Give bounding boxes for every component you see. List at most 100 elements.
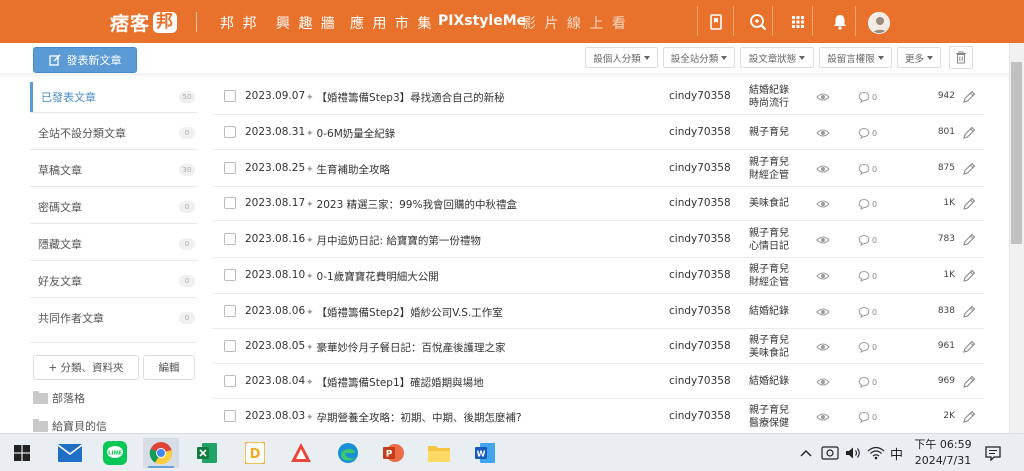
article-author[interactable]: cindy70358 bbox=[669, 340, 731, 352]
edit-icon[interactable] bbox=[962, 126, 976, 140]
ime-indicator[interactable]: 中 bbox=[890, 434, 903, 471]
set-site-category-dropdown[interactable]: 設全站分類 bbox=[663, 47, 735, 68]
article-title[interactable]: ✦ 【婚禮籌備Step3】尋找適合自己的新秘 bbox=[306, 90, 505, 105]
nav-bangbang[interactable]: 邦 邦 bbox=[220, 13, 258, 33]
taskbar-powerpoint[interactable]: P bbox=[375, 438, 411, 468]
table-row[interactable]: 2023.08.16 ✦ 月中追奶日記: 給寶寶的第一份禮物 cindy70358 親子… bbox=[212, 221, 984, 258]
edit-icon[interactable] bbox=[962, 375, 976, 389]
comment-count[interactable]: 0 bbox=[858, 234, 877, 246]
article-title[interactable]: ✦ 月中追奶日記: 給寶寶的第一份禮物 bbox=[306, 233, 481, 248]
eye-icon[interactable] bbox=[816, 92, 830, 102]
article-categories[interactable]: 親子育兒 bbox=[749, 126, 789, 139]
sidebar-item-uncategorized[interactable]: 全站不設分類文章 0 bbox=[30, 118, 197, 148]
article-author[interactable]: cindy70358 bbox=[669, 375, 731, 387]
row-checkbox[interactable] bbox=[224, 375, 236, 387]
table-row[interactable]: 2023.09.07 ✦ 【婚禮籌備Step3】尋找適合自己的新秘 cindy7035… bbox=[212, 79, 984, 115]
table-row[interactable]: 2023.08.05 ✦ 豪華妙伶月子餐日記：百悅產後護理之家 cindy70358 親… bbox=[212, 329, 984, 364]
search-icon[interactable] bbox=[748, 12, 768, 32]
eye-icon[interactable] bbox=[816, 377, 830, 387]
taskbar-mail[interactable] bbox=[52, 438, 88, 468]
set-comment-permission-dropdown[interactable]: 設留言權限 bbox=[819, 47, 892, 68]
comment-count[interactable]: 0 bbox=[858, 411, 877, 423]
delete-button[interactable] bbox=[949, 46, 973, 69]
table-row[interactable]: 2023.08.17 ✦ 2023 精選三家：99%我會回購的中秋禮盒 cindy70… bbox=[212, 187, 984, 221]
eye-icon[interactable] bbox=[816, 199, 830, 209]
comment-count[interactable]: 0 bbox=[858, 376, 877, 388]
eye-icon[interactable] bbox=[816, 271, 830, 281]
table-row[interactable]: 2023.08.10 ✦ 0-1歲寶寶花費明細大公開 cindy70358 親子育兒 財經… bbox=[212, 258, 984, 294]
article-categories[interactable]: 結婚紀錄 bbox=[749, 375, 789, 388]
taskbar-word[interactable]: W bbox=[467, 438, 503, 468]
nav-interest-wall[interactable]: 興 趣 牆 bbox=[276, 13, 337, 33]
sidebar-item-coauthor[interactable]: 共同作者文章 0 bbox=[30, 303, 197, 333]
comment-count[interactable]: 0 bbox=[858, 91, 877, 103]
article-author[interactable]: cindy70358 bbox=[669, 197, 731, 209]
add-category-folder-button[interactable]: + 分類、資料夾 bbox=[33, 355, 139, 380]
row-checkbox[interactable] bbox=[224, 305, 236, 317]
nav-pixstyleme[interactable]: PIXstyleMe bbox=[438, 13, 526, 29]
article-categories[interactable]: 親子育兒 財經企管 bbox=[749, 263, 789, 289]
edit-icon[interactable] bbox=[962, 340, 976, 354]
article-author[interactable]: cindy70358 bbox=[669, 305, 731, 317]
apps-icon[interactable] bbox=[788, 12, 808, 32]
eye-icon[interactable] bbox=[816, 164, 830, 174]
row-checkbox[interactable] bbox=[224, 410, 236, 422]
pixnet-logo[interactable]: 痞客邦 bbox=[110, 10, 178, 35]
sidebar-item-hidden[interactable]: 隱藏文章 0 bbox=[30, 229, 197, 259]
show-hidden-icons[interactable] bbox=[800, 434, 812, 471]
comment-count[interactable]: 0 bbox=[858, 270, 877, 282]
edit-icon[interactable] bbox=[962, 305, 976, 319]
article-author[interactable]: cindy70358 bbox=[669, 162, 731, 174]
taskbar-edge[interactable] bbox=[330, 438, 366, 468]
eye-icon[interactable] bbox=[816, 307, 830, 317]
article-title[interactable]: ✦ 0-6M奶量全紀錄 bbox=[306, 126, 395, 141]
article-author[interactable]: cindy70358 bbox=[669, 269, 731, 281]
taskbar-file-explorer[interactable] bbox=[421, 438, 457, 468]
article-author[interactable]: cindy70358 bbox=[669, 410, 731, 422]
article-title[interactable]: ✦ 2023 精選三家：99%我會回購的中秋禮盒 bbox=[306, 197, 517, 212]
nav-video[interactable]: 影 片 線 上 看 bbox=[522, 13, 628, 33]
article-categories[interactable]: 結婚紀錄 時尚流行 bbox=[749, 84, 789, 110]
edit-icon[interactable] bbox=[962, 410, 976, 424]
edit-categories-button[interactable]: 編輯 bbox=[143, 355, 195, 380]
system-clock[interactable]: 下午 06:59 2024/7/31 bbox=[910, 437, 976, 469]
article-title[interactable]: ✦ 孕期營養全攻略：初期、中期、後期怎麼補? bbox=[306, 410, 522, 425]
set-personal-category-dropdown[interactable]: 設個人分類 bbox=[585, 47, 658, 68]
article-title[interactable]: ✦ 豪華妙伶月子餐日記：百悅產後護理之家 bbox=[306, 340, 506, 355]
article-title[interactable]: ✦ 0-1歲寶寶花費明細大公開 bbox=[306, 269, 439, 284]
article-categories[interactable]: 結婚紀錄 bbox=[749, 305, 789, 318]
table-row[interactable]: 2023.08.25 ✦ 生育補助全攻略 cindy70358 親子育兒 財經企管 0 875 bbox=[212, 150, 984, 187]
windows-start-button[interactable] bbox=[4, 438, 40, 468]
article-categories[interactable]: 美味食記 bbox=[749, 197, 789, 210]
comment-count[interactable]: 0 bbox=[858, 198, 877, 210]
row-checkbox[interactable] bbox=[224, 340, 236, 352]
folder-letters[interactable]: 給寶貝的信 bbox=[33, 418, 107, 434]
tray-volume[interactable] bbox=[845, 434, 863, 471]
bell-icon[interactable] bbox=[830, 12, 850, 32]
edit-icon[interactable] bbox=[962, 90, 976, 104]
article-title[interactable]: ✦ 【婚禮籌備Step2】婚紗公司V.S.工作室 bbox=[306, 305, 503, 320]
sidebar-item-drafts[interactable]: 草稿文章 30 bbox=[30, 155, 197, 185]
taskbar-wps-presentation[interactable] bbox=[283, 438, 319, 468]
sidebar-item-published[interactable]: 已發表文章 50 bbox=[30, 82, 197, 112]
row-checkbox[interactable] bbox=[224, 90, 236, 102]
table-row[interactable]: 2023.08.06 ✦ 【婚禮籌備Step2】婚紗公司V.S.工作室 cindy70… bbox=[212, 294, 984, 329]
more-dropdown[interactable]: 更多 bbox=[897, 47, 941, 68]
scrollbar-thumb[interactable] bbox=[1011, 62, 1022, 244]
row-checkbox[interactable] bbox=[224, 162, 236, 174]
taskbar-chrome[interactable] bbox=[143, 438, 179, 468]
tray-network[interactable] bbox=[867, 434, 885, 471]
publish-new-article-button[interactable]: 發表新文章 bbox=[33, 47, 137, 73]
bookmark-icon[interactable] bbox=[706, 12, 726, 32]
article-categories[interactable]: 親子育兒 心情日記 bbox=[749, 227, 789, 253]
row-checkbox[interactable] bbox=[224, 197, 236, 209]
comment-count[interactable]: 0 bbox=[858, 127, 877, 139]
table-row[interactable]: 2023.08.04 ✦ 【婚禮籌備Step1】確認婚期與場地 cindy70358 結… bbox=[212, 364, 984, 399]
folder-blog[interactable]: 部落格 bbox=[33, 390, 85, 406]
comment-count[interactable]: 0 bbox=[858, 163, 877, 175]
table-row[interactable]: 2023.08.03 ✦ 孕期營養全攻略：初期、中期、後期怎麼補? cindy7035… bbox=[212, 399, 984, 435]
article-title[interactable]: ✦ 生育補助全攻略 bbox=[306, 162, 390, 177]
eye-icon[interactable] bbox=[816, 128, 830, 138]
edit-icon[interactable] bbox=[962, 197, 976, 211]
table-row[interactable]: 2023.08.31 ✦ 0-6M奶量全紀錄 cindy70358 親子育兒 0 801 bbox=[212, 115, 984, 150]
